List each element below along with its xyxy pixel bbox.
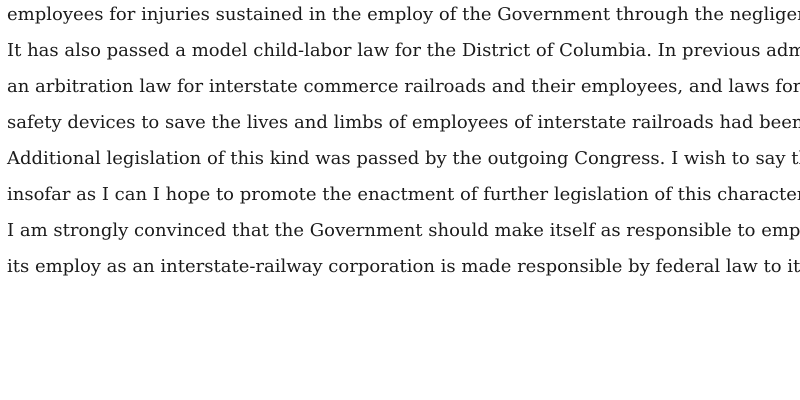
document-page: employees for injuries sustained in the … bbox=[0, 0, 800, 400]
text-line: It has also passed a model child-labor l… bbox=[7, 40, 800, 61]
text-line: its employ as an interstate-railway corp… bbox=[7, 256, 800, 277]
text-line: insofar as I can I hope to promote the e… bbox=[7, 184, 800, 205]
text-line: an arbitration law for interstate commer… bbox=[7, 76, 800, 97]
text-line: safety devices to save the lives and lim… bbox=[7, 112, 800, 133]
text-line: employees for injuries sustained in the … bbox=[7, 4, 800, 25]
document-text-block: employees for injuries sustained in the … bbox=[7, 0, 800, 288]
text-line: Additional legislation of this kind was … bbox=[7, 148, 800, 169]
text-line: I am strongly convinced that the Governm… bbox=[7, 220, 800, 241]
